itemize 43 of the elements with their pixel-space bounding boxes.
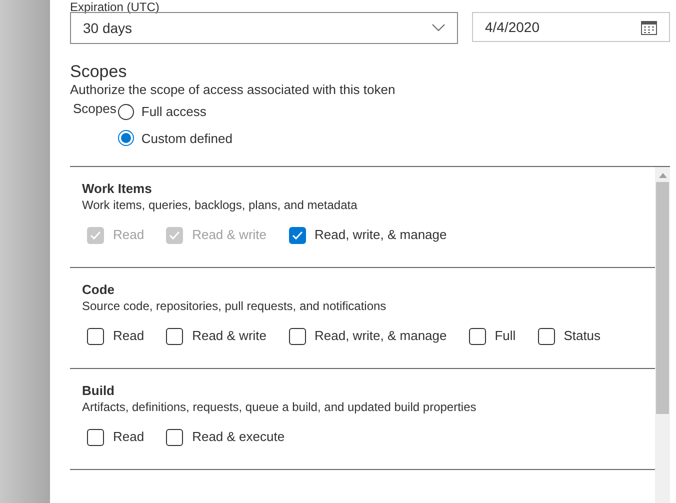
scope-title: Code [82,282,116,298]
scope-description: Work items, queries, backlogs, plans, and metadata [82,197,358,213]
date-field[interactable]: 4/4/2020 [472,12,670,42]
date-value: 4/4/2020 [485,18,540,36]
group-label: Scopes [72,100,118,118]
chevron-down-icon [432,24,445,32]
checkbox-label: Read & execute [192,428,285,446]
checkbox[interactable] [87,328,104,344]
scope-title: Work Items [82,181,153,197]
checkbox-label: Read, write, & manage [314,327,447,345]
checkbox[interactable] [288,226,306,244]
checkmark-icon [169,230,180,240]
radio-label: Full access [141,103,206,121]
checkbox[interactable] [87,428,104,446]
scope-description: Source code, repositories, pull requests, and notifications [82,298,388,314]
checkbox-label: Read [113,428,144,446]
checkbox-label: Read & write [192,226,266,244]
radio-button[interactable] [118,104,134,120]
scope-title: Build [82,383,116,399]
checkmark-icon [90,230,101,240]
field-label: Expiration (UTC) [70,0,160,14]
scrollbar[interactable] [655,167,670,503]
checkbox[interactable] [166,428,184,446]
checkbox-label: Status [564,327,601,345]
checkbox-label: Read & write [192,327,266,345]
checkbox-label: Read [113,226,144,244]
dropdown-value: 30 days [83,18,132,38]
section-description: Authorize the scope of access associated with this token [70,82,396,98]
duration-dropdown[interactable]: 30 days [70,12,458,44]
checkbox[interactable] [538,328,555,344]
checkbox-label: Read, write, & manage [314,226,447,244]
radio-label: Custom defined [141,130,232,148]
checkbox-label: Full [494,327,516,345]
checkbox[interactable] [288,328,306,344]
checkmark-icon [292,230,302,240]
checkbox-label: Read [113,327,144,345]
scrollbar-thumb[interactable] [656,182,669,414]
checkbox[interactable] [468,328,486,344]
checkbox[interactable] [166,328,184,344]
calendar-icon [641,20,657,34]
radio-button[interactable] [118,130,134,146]
section-title: Scopes [70,62,128,82]
scope-description: Artifacts, definitions, requests, queue a build, and updated build properties [82,399,478,415]
